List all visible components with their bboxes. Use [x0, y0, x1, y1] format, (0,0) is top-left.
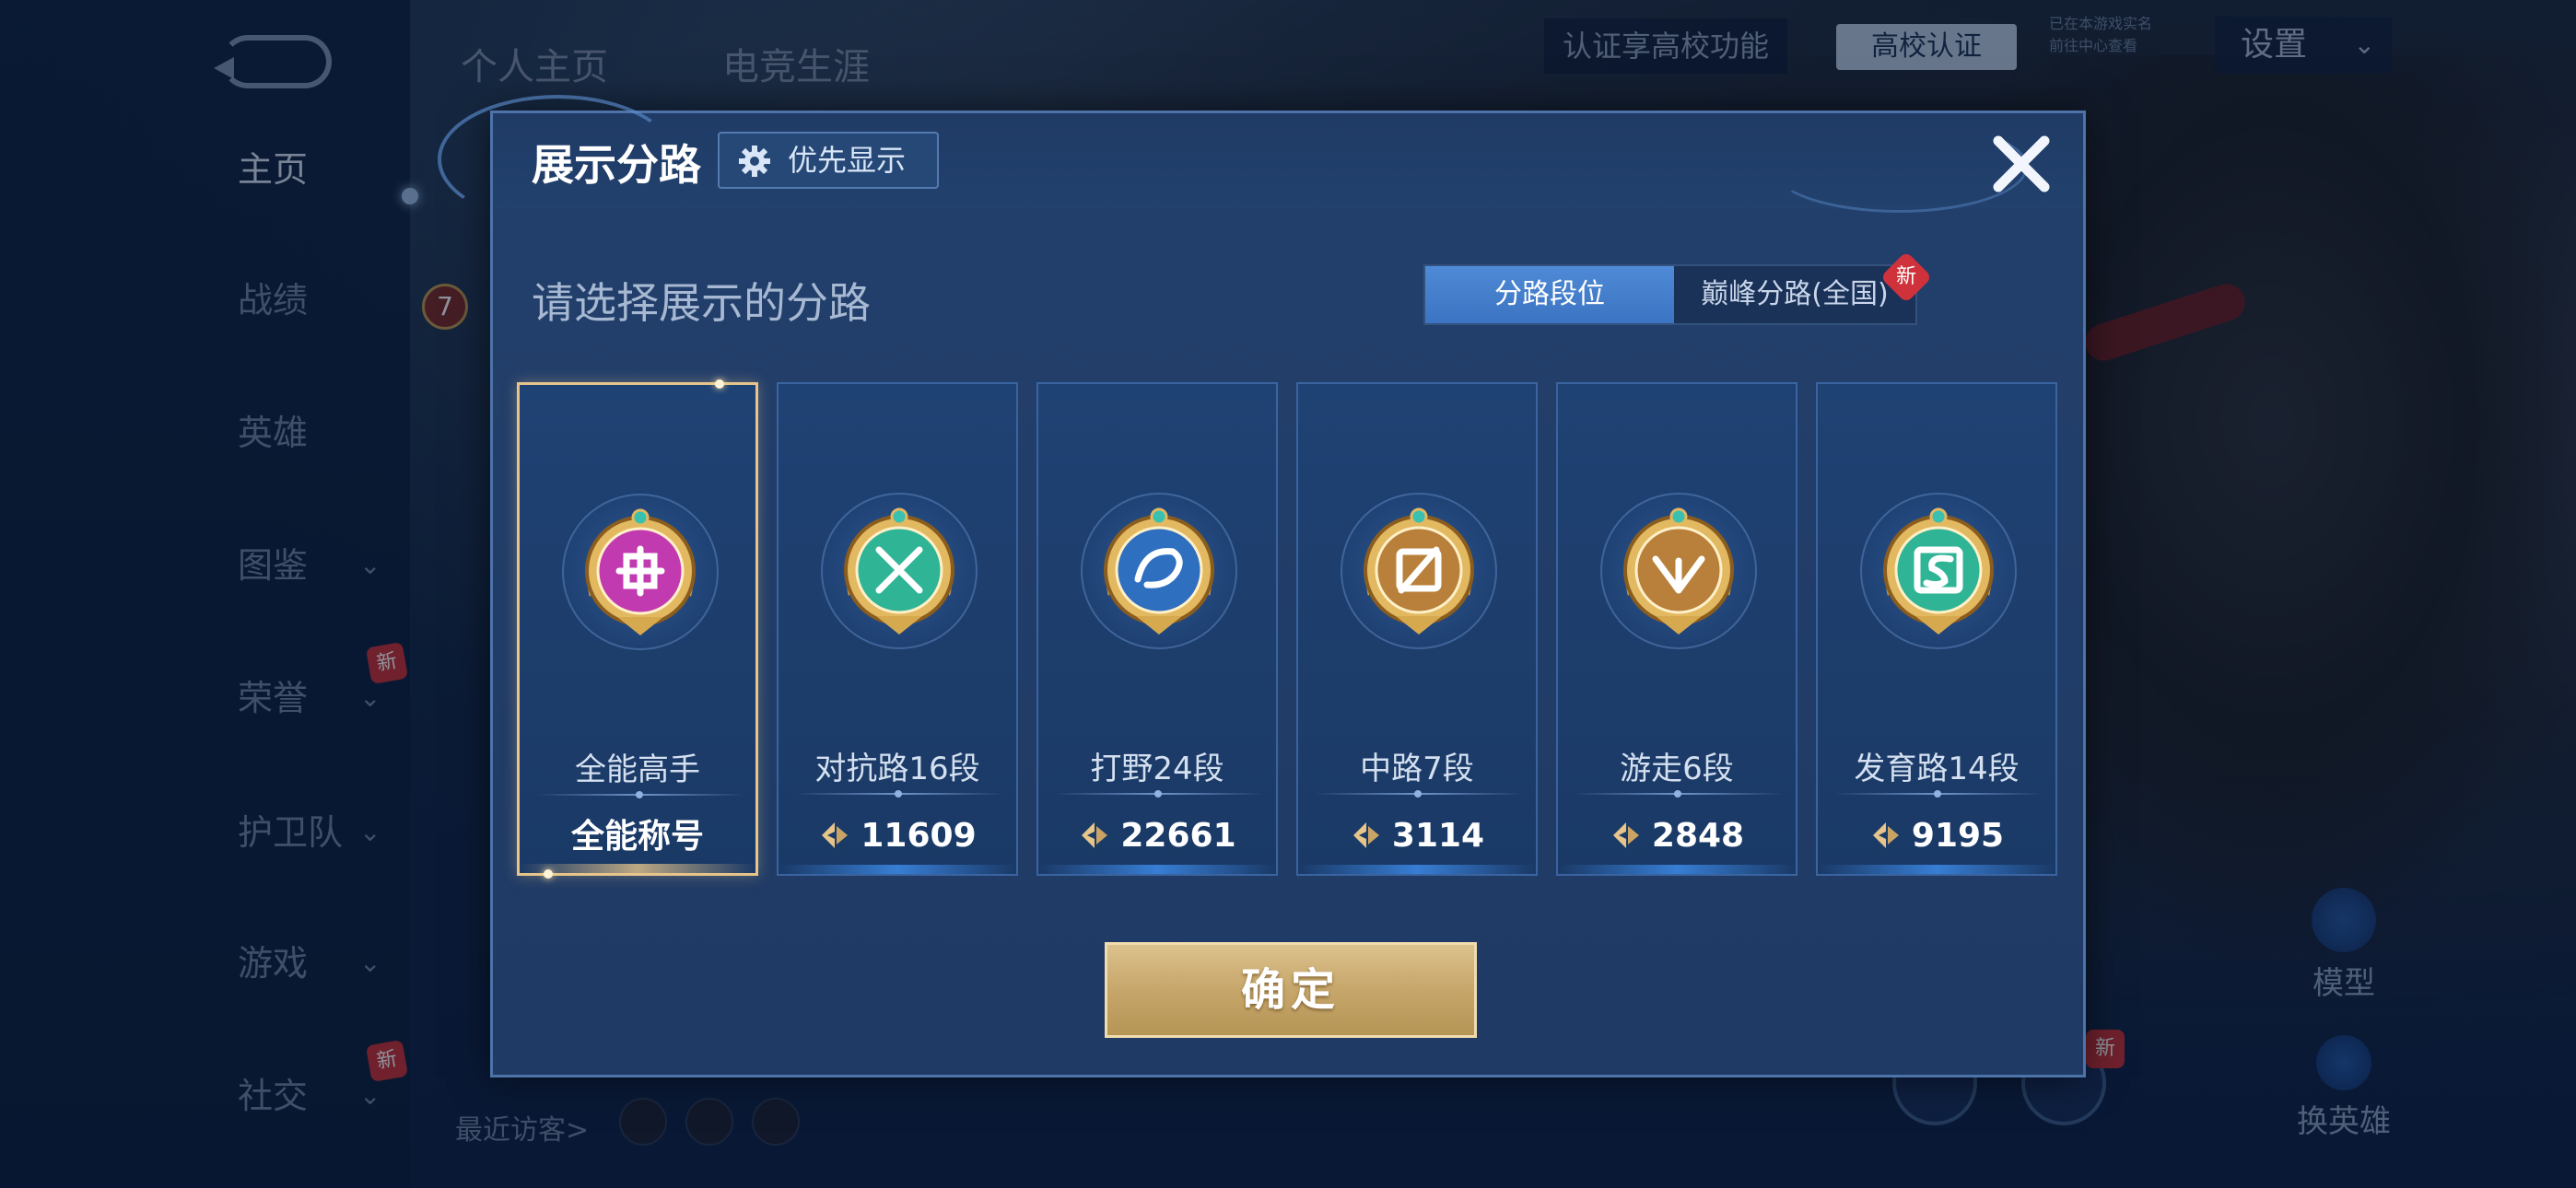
card-bottom-glow [1558, 865, 1796, 874]
divider [795, 790, 1003, 798]
lane-points-icon [1612, 822, 1639, 848]
lane-points-icon [1352, 822, 1379, 848]
lane-mode-toggle: 分路段位 巅峰分路(全国) 新 [1423, 250, 1933, 325]
lane-card[interactable]: 发育路14段 9195 [1816, 382, 2057, 876]
confirm-button[interactable]: 确定 [1105, 942, 1477, 1038]
lane-score-row: 9195 [1818, 813, 2055, 859]
priority-display-button[interactable]: 优先显示 [718, 132, 939, 189]
lane-rank-name: 打野24段 [1090, 751, 1224, 787]
s-icon [1883, 507, 1994, 635]
priority-display-label: 优先显示 [788, 143, 907, 178]
wings-icon [1623, 507, 1734, 635]
gear-icon [739, 146, 770, 177]
divider [1315, 790, 1523, 798]
lane-score-row: 11609 [779, 813, 1016, 859]
crossed-swords-icon [844, 507, 954, 635]
lane-score-value: 2848 [1651, 817, 1745, 855]
lane-score-row: 3114 [1298, 813, 1536, 859]
divider [1834, 790, 2043, 798]
lane-card[interactable]: 全能高手 全能称号 [517, 379, 758, 879]
card-bottom-glow [1298, 865, 1536, 874]
lane-points-icon [1872, 822, 1899, 848]
lane-rank-name: 全能高手 [575, 751, 700, 788]
card-bottom-glow [1818, 865, 2055, 874]
lane-rank-name: 对抗路16段 [814, 751, 980, 787]
dialog-header: 展示分路 优先显示 [438, 95, 2083, 224]
new-badge-text: 新 [1895, 264, 1917, 288]
lane-points-icon [1082, 822, 1108, 848]
lane-score-value: 11609 [861, 817, 977, 855]
lane-card[interactable]: 打野24段 22661 [1036, 382, 1278, 876]
lane-score-value: 全能称号 [570, 818, 704, 856]
divider [1575, 790, 1783, 798]
divider [1055, 790, 1263, 798]
selection-spark [544, 869, 553, 879]
lane-score-value: 9195 [1911, 817, 2005, 855]
card-bottom-glow [779, 865, 1016, 874]
dialog-title: 展示分路 [532, 140, 701, 190]
lane-rank-name: 中路7段 [1360, 751, 1474, 787]
slash-icon [1364, 507, 1474, 635]
lane-display-dialog: 展示分路 优先显示 请选择展示的分路 分路段位 巅峰分路(全国) 新 全能高手 … [438, 95, 2086, 1077]
lane-score-value: 3114 [1391, 817, 1485, 855]
lane-rank-name: 发育路14段 [1854, 751, 2020, 787]
dialog-subtitle: 请选择展示的分路 [532, 278, 871, 328]
divider [536, 791, 744, 798]
lane-score-row: 2848 [1558, 813, 1796, 859]
selection-spark [715, 379, 724, 389]
lane-score-value: 22661 [1120, 817, 1236, 855]
tab-peak-lane-national[interactable]: 巅峰分路(全国) [1674, 266, 1915, 323]
lane-card[interactable]: 对抗路16段 11609 [777, 382, 1018, 876]
lane-points-icon [822, 822, 849, 848]
lane-card[interactable]: 中路7段 3114 [1296, 382, 1538, 876]
card-bottom-glow [1038, 865, 1276, 874]
lane-score-row: 22661 [1038, 813, 1276, 859]
lane-rank-name: 游走6段 [1620, 751, 1734, 787]
diamond-knot-icon [585, 508, 696, 635]
lane-score-row: 全能称号 [520, 814, 755, 860]
dragon-icon [1104, 507, 1214, 635]
lane-card[interactable]: 游走6段 2848 [1556, 382, 1797, 876]
card-bottom-glow [520, 864, 755, 873]
close-icon[interactable] [1987, 130, 2055, 198]
tab-lane-rank[interactable]: 分路段位 [1425, 266, 1674, 323]
